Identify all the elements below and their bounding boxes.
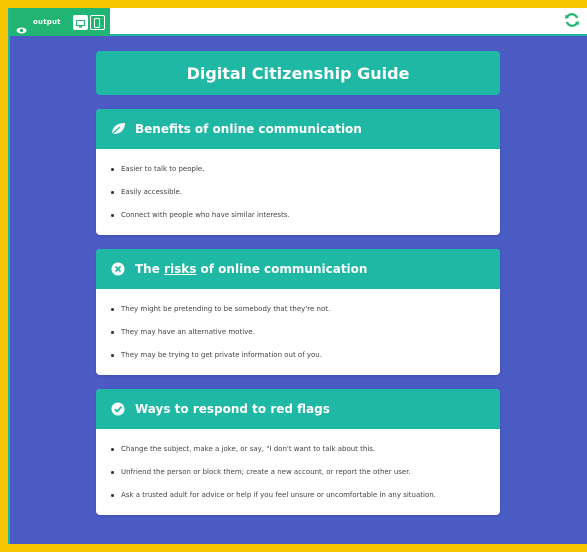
check-circle-icon <box>110 401 126 417</box>
card-heading: Benefits of online communication <box>135 122 362 136</box>
card-header: Ways to respond to red flags <box>96 389 500 429</box>
card-header: Benefits of online communication <box>96 109 500 149</box>
list-item: Connect with people who have similar int… <box>110 204 486 227</box>
red-flags-list: Change the subject, make a joke, or say,… <box>110 438 486 507</box>
list-item: Ask a trusted adult for advice or help i… <box>110 484 486 507</box>
preview-frame: output Digital Citizenship Guide Benefit… <box>8 8 587 544</box>
list-item: Easier to talk to people. <box>110 158 486 181</box>
card-heading: The risks of online communication <box>135 262 368 276</box>
guide-content: Digital Citizenship Guide Benefits of on… <box>96 51 500 529</box>
list-item: They may have an alternative motive. <box>110 321 486 344</box>
mobile-view-button[interactable] <box>89 13 105 32</box>
output-tab[interactable]: output <box>10 8 110 36</box>
risks-link[interactable]: risks <box>164 262 196 276</box>
desktop-view-button[interactable] <box>72 13 88 32</box>
output-label: output <box>33 18 61 26</box>
list-item: They may be trying to get private inform… <box>110 344 486 367</box>
refresh-icon <box>564 12 580 32</box>
risks-list: They might be pretending to be somebody … <box>110 298 486 367</box>
card-header: The risks of online communication <box>96 249 500 289</box>
benefits-list: Easier to talk to people. Easily accessi… <box>110 158 486 227</box>
desktop-icon <box>75 13 85 32</box>
list-item: They might be pretending to be somebody … <box>110 298 486 321</box>
list-item: Change the subject, make a joke, or say,… <box>110 438 486 461</box>
list-item: Unfriend the person or block them; creat… <box>110 461 486 484</box>
card-heading: Ways to respond to red flags <box>135 402 330 416</box>
view-toggle <box>72 13 105 32</box>
x-circle-icon <box>110 261 126 277</box>
red-flags-card: Ways to respond to red flags Change the … <box>96 389 500 515</box>
mobile-icon <box>94 13 101 32</box>
leaf-icon <box>110 121 126 137</box>
eye-icon <box>16 19 27 33</box>
risks-card: The risks of online communication They m… <box>96 249 500 375</box>
preview-toolbar: output <box>10 8 587 36</box>
benefits-card: Benefits of online communication Easier … <box>96 109 500 235</box>
card-body: They might be pretending to be somebody … <box>96 289 500 375</box>
page-title: Digital Citizenship Guide <box>96 51 500 95</box>
refresh-button[interactable] <box>563 13 581 31</box>
card-body: Change the subject, make a joke, or say,… <box>96 429 500 515</box>
list-item: Easily accessible. <box>110 181 486 204</box>
card-body: Easier to talk to people. Easily accessi… <box>96 149 500 235</box>
